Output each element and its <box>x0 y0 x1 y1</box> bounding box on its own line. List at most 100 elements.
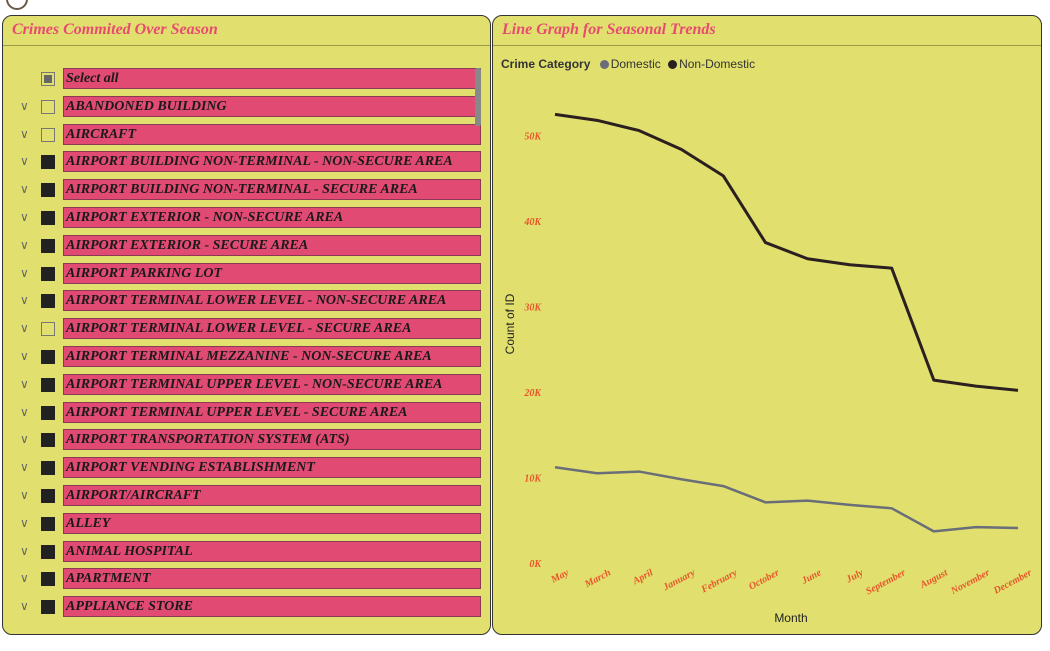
item-checkbox[interactable] <box>41 211 55 225</box>
data-point[interactable] <box>594 117 600 123</box>
item-checkbox[interactable] <box>41 266 55 281</box>
item-checkbox[interactable] <box>41 544 55 559</box>
chevron-down-icon[interactable]: ∨ <box>20 154 29 168</box>
select-all-label[interactable]: Select all <box>63 68 481 89</box>
item-label[interactable]: AIRCRAFT <box>63 123 481 145</box>
item-checkbox[interactable] <box>41 516 55 531</box>
item-label[interactable]: AIRPORT TRANSPORTATION SYSTEM (ATS) <box>63 429 481 451</box>
chevron-down-icon[interactable]: ∨ <box>20 266 29 280</box>
item-checkbox[interactable] <box>41 489 55 503</box>
data-point[interactable] <box>805 498 811 504</box>
item-checkbox[interactable] <box>41 600 55 615</box>
item-label[interactable]: AIRPORT VENDING ESTABLISHMENT <box>63 457 481 479</box>
item-label[interactable]: AIRPORT TERMINAL LOWER LEVEL - SECURE AR… <box>63 318 481 340</box>
slicer-item[interactable]: ∨ AIRPORT TRANSPORTATION SYSTEM (ATS) <box>3 429 490 451</box>
data-point[interactable] <box>762 240 768 246</box>
series-line-domestic[interactable] <box>554 466 1019 533</box>
data-point[interactable] <box>678 476 684 482</box>
slicer-item[interactable]: ∨ AIRPORT TERMINAL MEZZANINE - NON-SECURE… <box>3 346 490 368</box>
data-point[interactable] <box>889 505 895 511</box>
item-checkbox[interactable] <box>41 433 55 448</box>
data-point[interactable] <box>889 265 895 271</box>
slicer-item[interactable]: ∨ AIRPORT TERMINAL UPPER LEVEL - NON-SECU… <box>3 373 490 396</box>
slicer-item[interactable]: ∨ AIRPORT BUILDING NON-TERMINAL - SECURE … <box>3 179 490 201</box>
chevron-down-icon[interactable]: ∨ <box>20 405 29 419</box>
item-checkbox[interactable] <box>41 572 55 587</box>
data-point[interactable] <box>973 383 979 389</box>
slicer-item[interactable]: ∨ ALLEY <box>3 512 490 535</box>
data-point[interactable] <box>636 128 642 134</box>
data-point[interactable] <box>552 464 558 470</box>
chevron-down-icon[interactable]: ∨ <box>20 516 29 530</box>
item-checkbox[interactable] <box>41 155 55 170</box>
item-checkbox[interactable] <box>41 377 55 392</box>
slicer-item[interactable]: ∨ APARTMENT <box>3 568 490 590</box>
data-point[interactable] <box>552 111 558 117</box>
item-label[interactable]: AIRPORT TERMINAL UPPER LEVEL - SECURE AR… <box>63 401 481 423</box>
item-label[interactable]: ANIMAL HOSPITAL <box>63 540 481 562</box>
item-label[interactable]: AIRPORT PARKING LOT <box>63 262 481 284</box>
item-label[interactable]: AIRPORT TERMINAL MEZZANINE - NON-SECURE … <box>63 346 481 367</box>
series-line-non-domestic[interactable] <box>554 112 1019 392</box>
item-label[interactable]: APPLIANCE STORE <box>63 596 481 618</box>
slicer-item[interactable]: ∨ AIRPORT TERMINAL LOWER LEVEL - NON-SECU… <box>3 290 490 312</box>
chevron-down-icon[interactable]: ∨ <box>20 238 29 252</box>
item-label[interactable]: AIRPORT BUILDING NON-TERMINAL - SECURE A… <box>63 179 481 201</box>
item-checkbox[interactable] <box>41 350 55 364</box>
slicer-item[interactable]: ∨ AIRPORT EXTERIOR - NON-SECURE AREA <box>3 207 490 229</box>
chevron-down-icon[interactable]: ∨ <box>20 349 29 363</box>
data-point[interactable] <box>931 528 937 534</box>
slicer-item[interactable]: ∨ AIRPORT VENDING ESTABLISHMENT <box>3 457 490 479</box>
slicer-item[interactable]: ∨ APPLIANCE STORE <box>3 596 490 618</box>
data-point[interactable] <box>594 470 600 476</box>
select-all-row[interactable]: Select all <box>3 68 490 90</box>
data-point[interactable] <box>931 377 937 383</box>
item-checkbox[interactable] <box>41 127 55 142</box>
slicer-item[interactable]: ∨ AIRPORT/AIRCRAFT <box>3 485 490 507</box>
item-label[interactable]: AIRPORT TERMINAL UPPER LEVEL - NON-SECUR… <box>63 373 481 395</box>
slicer-item[interactable]: ∨ AIRPORT TERMINAL LOWER LEVEL - SECURE A… <box>3 318 490 340</box>
data-point[interactable] <box>1015 525 1021 531</box>
data-point[interactable] <box>720 483 726 489</box>
slicer-item[interactable]: ∨ AIRPORT EXTERIOR - SECURE AREA <box>3 234 490 257</box>
item-label[interactable]: ABANDONED BUILDING <box>63 95 481 117</box>
item-checkbox[interactable] <box>41 405 55 420</box>
data-point[interactable] <box>805 256 811 262</box>
data-point[interactable] <box>847 262 853 268</box>
data-point[interactable] <box>636 469 642 475</box>
item-label[interactable]: AIRPORT TERMINAL LOWER LEVEL - NON-SECUR… <box>63 290 481 312</box>
item-label[interactable]: AIRPORT BUILDING NON-TERMINAL - NON-SECU… <box>63 151 481 173</box>
data-point[interactable] <box>720 173 726 179</box>
item-label[interactable]: ALLEY <box>63 512 481 534</box>
chevron-down-icon[interactable]: ∨ <box>20 377 29 391</box>
data-point[interactable] <box>678 146 684 152</box>
back-icon[interactable] <box>6 0 28 10</box>
item-checkbox[interactable] <box>41 99 55 114</box>
chevron-down-icon[interactable]: ∨ <box>20 182 29 196</box>
item-checkbox[interactable] <box>41 322 55 337</box>
slicer-item[interactable]: ∨ AIRPORT BUILDING NON-TERMINAL - NON-SEC… <box>3 151 490 173</box>
chevron-down-icon[interactable]: ∨ <box>20 571 29 585</box>
item-label[interactable]: AIRPORT EXTERIOR - NON-SECURE AREA <box>63 207 481 228</box>
chevron-down-icon[interactable]: ∨ <box>20 544 29 558</box>
data-point[interactable] <box>847 502 853 508</box>
item-checkbox[interactable] <box>41 294 55 309</box>
chevron-down-icon[interactable]: ∨ <box>20 488 29 502</box>
data-point[interactable] <box>973 524 979 530</box>
select-all-checkbox[interactable] <box>41 72 55 86</box>
chevron-down-icon[interactable]: ∨ <box>20 599 29 613</box>
item-label[interactable]: AIRPORT EXTERIOR - SECURE AREA <box>63 234 481 256</box>
slicer-scrollbar[interactable] <box>475 68 481 126</box>
chevron-down-icon[interactable]: ∨ <box>20 321 29 335</box>
chevron-down-icon[interactable]: ∨ <box>20 432 29 446</box>
chevron-down-icon[interactable]: ∨ <box>20 460 29 474</box>
data-point[interactable] <box>1015 387 1021 393</box>
chevron-down-icon[interactable]: ∨ <box>20 99 29 113</box>
item-label[interactable]: APARTMENT <box>63 568 481 590</box>
chevron-down-icon[interactable]: ∨ <box>20 210 29 224</box>
slicer-item[interactable]: ∨ ANIMAL HOSPITAL <box>3 540 490 563</box>
item-checkbox[interactable] <box>41 183 55 198</box>
data-point[interactable] <box>762 499 768 505</box>
item-checkbox[interactable] <box>41 461 55 476</box>
chevron-down-icon[interactable]: ∨ <box>20 293 29 307</box>
